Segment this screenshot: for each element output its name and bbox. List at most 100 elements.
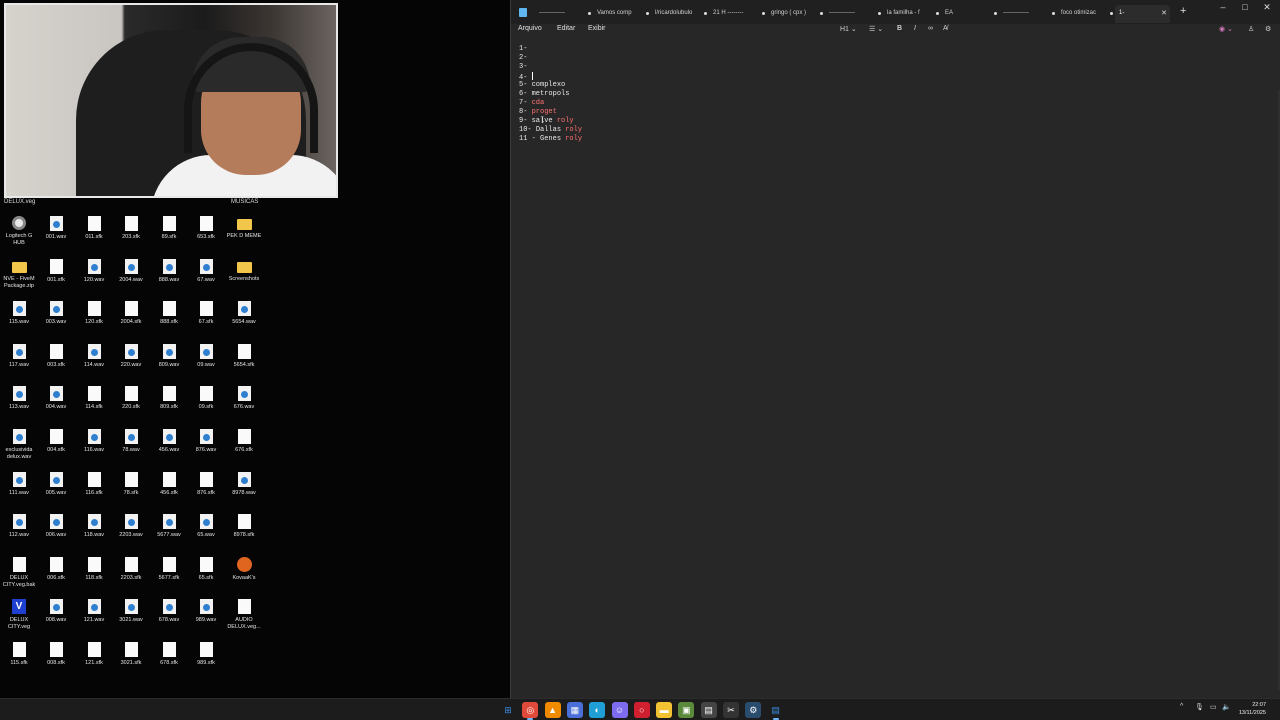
desktop-icon[interactable]: 001.sfk xyxy=(37,258,75,301)
desktop-icon[interactable]: 09.wav xyxy=(187,343,225,386)
desktop-label-delux-veg[interactable]: DELUX.veg xyxy=(4,199,35,205)
desktop-icon[interactable]: 114.wav xyxy=(75,343,113,386)
desktop-label-musicas[interactable]: MUSICAS xyxy=(231,199,258,205)
desktop-icon[interactable]: 114.sfk xyxy=(75,386,113,428)
close-tab-icon[interactable]: ✕ xyxy=(1161,5,1167,22)
desktop-icon[interactable]: 117.wav xyxy=(0,343,38,386)
desktop-icon[interactable]: DELUX CITY.veg.bak xyxy=(0,556,38,599)
desktop-icon[interactable]: 220.wav xyxy=(112,343,150,386)
desktop-icon[interactable]: 78.wav xyxy=(112,429,150,471)
maximize-button[interactable]: □ xyxy=(1238,2,1252,12)
desktop-icon[interactable]: 989.sfk xyxy=(187,642,225,684)
desktop-icon[interactable]: 006.wav xyxy=(37,514,75,556)
desktop-icon[interactable]: 89.sfk xyxy=(150,216,188,258)
desktop-icon[interactable]: KovaaK's xyxy=(225,556,263,599)
desktop-icon[interactable]: 116.wav xyxy=(75,429,113,471)
desktop-icon[interactable]: 65.sfk xyxy=(187,556,225,599)
copilot-icon[interactable]: ◉ ⌄ xyxy=(1219,25,1233,33)
clear-format-icon[interactable]: A̸ xyxy=(943,25,948,32)
notepad-tab[interactable]: EA xyxy=(941,5,999,23)
snipping-taskbar-icon[interactable]: ✂ xyxy=(723,702,739,718)
desktop-icon[interactable]: 011.sfk xyxy=(75,216,113,258)
app-taskbar-icon[interactable]: ▤ xyxy=(700,702,717,718)
desktop-icon[interactable]: 120.wav xyxy=(75,258,113,301)
desktop-icon[interactable]: 78.sfk xyxy=(112,471,150,514)
desktop-icon[interactable]: 67.wav xyxy=(187,258,225,301)
notepad-tab[interactable]: l/ricardolubulo xyxy=(651,5,709,23)
desktop-icon[interactable]: 004.sfk xyxy=(37,429,75,471)
desktop-icon[interactable]: 989.wav xyxy=(187,599,225,641)
desktop-icon[interactable]: 111.wav xyxy=(0,471,38,514)
desktop-icon[interactable]: 456.wav xyxy=(150,429,188,471)
desktop-icon[interactable]: 809.wav xyxy=(150,343,188,386)
explorer-taskbar-icon[interactable]: ▬ xyxy=(656,702,673,718)
desktop-icon[interactable]: 8978.wav xyxy=(225,471,263,514)
desktop-icon[interactable]: 676.sfk xyxy=(225,429,263,471)
desktop-icon[interactable]: 5677.sfk xyxy=(150,556,188,599)
desktop-icon[interactable]: 118.wav xyxy=(75,514,113,556)
desktop-icon[interactable]: 67.sfk xyxy=(187,301,225,343)
notepad-tab[interactable]: gringo ( cpx ) xyxy=(767,5,825,23)
desktop-icon[interactable]: 65.wav xyxy=(187,514,225,556)
desktop-icon[interactable]: 003.wav xyxy=(37,301,75,343)
desktop-icon[interactable]: 003.sfk xyxy=(37,343,75,386)
desktop-icon[interactable]: 809.sfk xyxy=(150,386,188,428)
desktop-icon[interactable]: PEK D MEME xyxy=(225,216,263,258)
minecraft-taskbar-icon[interactable]: ▣ xyxy=(678,702,695,718)
desktop-icon[interactable]: 203.sfk xyxy=(112,216,150,258)
desktop-icon[interactable]: 112.wav xyxy=(0,514,38,556)
desktop-icon[interactable]: 2203.sfk xyxy=(112,556,150,599)
desktop-icon[interactable]: 113.wav xyxy=(0,386,38,428)
settings-gear-icon[interactable]: ⚙ xyxy=(1265,25,1271,33)
desktop-icon[interactable]: 8978.sfk xyxy=(225,514,263,556)
desktop-icon[interactable]: exclusivida delux.wav xyxy=(0,429,38,471)
desktop-icon[interactable]: 220.sfk xyxy=(112,386,150,428)
desktop-icon[interactable]: 888.wav xyxy=(150,258,188,301)
desktop-icon[interactable]: 004.wav xyxy=(37,386,75,428)
desktop-icon[interactable]: 121.sfk xyxy=(75,642,113,684)
volume-icon[interactable]: 🔈 xyxy=(1222,703,1231,711)
menu-arquivo[interactable]: Arquivo xyxy=(518,25,542,32)
desktop-icon[interactable]: 3021.sfk xyxy=(112,642,150,684)
account-icon[interactable]: ♙ xyxy=(1248,25,1254,33)
desktop-icon[interactable]: 115.sfk xyxy=(0,642,38,684)
editor-text-area[interactable]: 1- 2- 3- 4- 5- complexo 6- metropols 7- cd… xyxy=(519,45,582,144)
desktop-icon[interactable]: 121.wav xyxy=(75,599,113,641)
desktop-icon[interactable]: 456.sfk xyxy=(150,471,188,514)
desktop-icon[interactable]: 2203.wav xyxy=(112,514,150,556)
desktop-icon[interactable]: 09.sfk xyxy=(187,386,225,428)
desktop-icon[interactable]: 2004.wav xyxy=(112,258,150,301)
desktop-icon[interactable]: 5654.wav xyxy=(225,301,263,343)
calculator-taskbar-icon[interactable]: ▦ xyxy=(566,702,583,718)
menu-editar[interactable]: Editar xyxy=(557,25,575,32)
desktop-icon[interactable]: 653.sfk xyxy=(187,216,225,258)
notepad-taskbar-icon[interactable]: ▤ xyxy=(768,702,784,720)
desktop-icon[interactable]: 001.wav xyxy=(37,216,75,258)
menu-exibir[interactable]: Exibir xyxy=(588,25,606,32)
desktop-icon[interactable]: 3021.wav xyxy=(112,599,150,641)
chrome-taskbar-icon[interactable]: ◎ xyxy=(522,702,539,720)
notepad-tab[interactable]: ------------- xyxy=(535,5,593,23)
desktop-icon[interactable]: 888.sfk xyxy=(150,301,188,343)
desktop-icon[interactable]: 876.sfk xyxy=(187,471,225,514)
desktop-icon[interactable]: Screenshots xyxy=(225,259,263,301)
notepad-tab[interactable]: foco otimizac xyxy=(1057,5,1115,23)
tray-chevron-icon[interactable]: ^ xyxy=(1180,703,1183,710)
desktop-icon[interactable]: 005.wav xyxy=(37,471,75,514)
steam-taskbar-icon[interactable]: ⚙ xyxy=(745,702,762,718)
link-icon[interactable]: ∞ xyxy=(928,25,933,32)
desktop-icon[interactable]: 120.sfk xyxy=(75,301,113,343)
desktop-icon[interactable]: NVE - FiveM Package.zip xyxy=(0,259,38,301)
desktop-icon[interactable]: 5654.sfk xyxy=(225,343,263,386)
desktop-icon[interactable]: AUDIO DELUX.veg... xyxy=(225,599,263,641)
taskbar-clock[interactable]: 22:07 13/11/2025 xyxy=(1239,701,1266,717)
network-icon[interactable]: ▭ xyxy=(1210,703,1217,711)
italic-icon[interactable]: I xyxy=(914,25,916,32)
desktop-icon[interactable]: Logitech G HUB xyxy=(0,216,38,258)
edge-taskbar-icon[interactable]: ◐ xyxy=(589,702,606,718)
desktop-icon[interactable]: 2004.sfk xyxy=(112,301,150,343)
microphone-icon[interactable]: 🎙 xyxy=(1195,703,1204,711)
desktop-icon[interactable]: 006.sfk xyxy=(37,556,75,599)
desktop-icon[interactable]: 118.sfk xyxy=(75,556,113,599)
desktop-icon[interactable]: V DELUX CITY.veg xyxy=(0,599,38,641)
